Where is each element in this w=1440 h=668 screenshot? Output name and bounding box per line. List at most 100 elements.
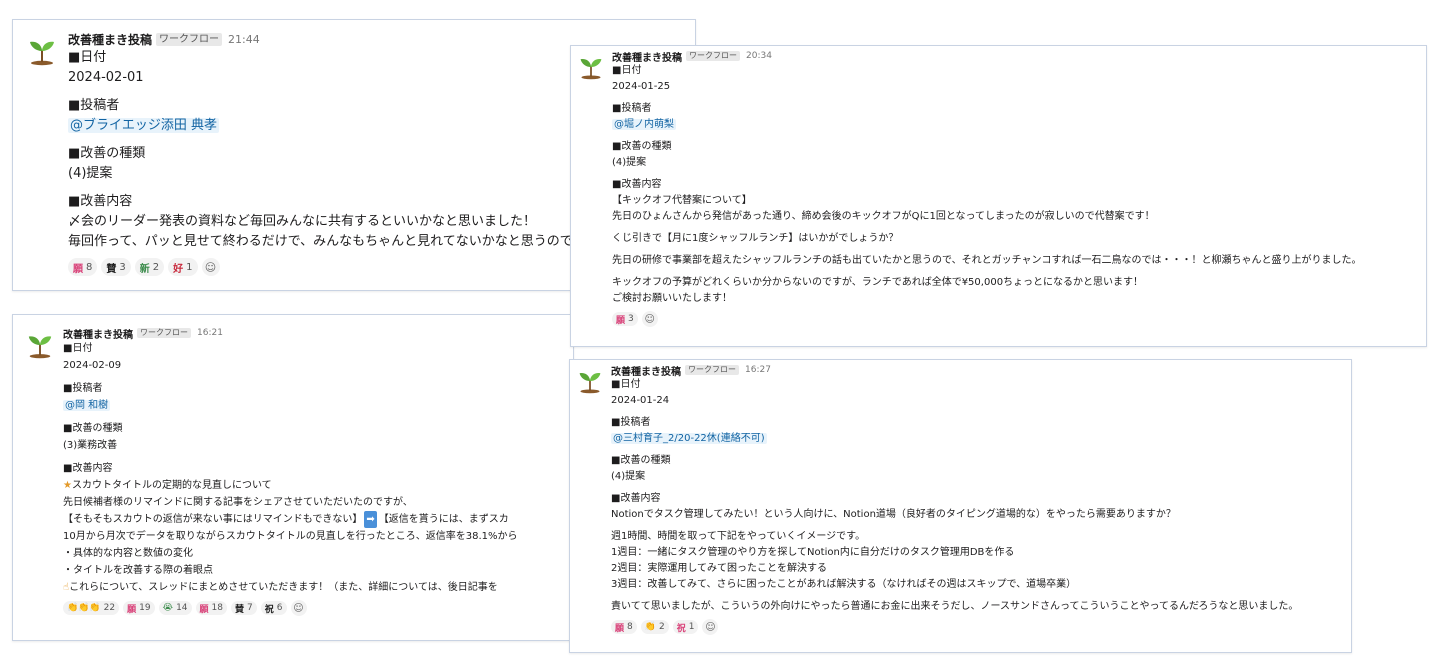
dark-kanji-emoji: 祝 — [264, 604, 274, 615]
add-emoji-icon[interactable]: ☺ — [641, 311, 658, 327]
content-line: ・具体的な内容と数値の変化 — [63, 548, 193, 559]
arrow-right-icon: ➡ — [364, 511, 377, 528]
add-emoji-icon[interactable]: ☺ — [702, 619, 719, 635]
pink-kanji-emoji: 願 — [199, 604, 209, 615]
reaction-pill[interactable]: 願 18 — [195, 601, 227, 615]
reaction-pill[interactable]: 祝6 — [260, 601, 287, 615]
content-line: Notionでタスク管理してみたい！という人向けに、Notion道場（良好者のタ… — [611, 509, 1176, 520]
type-value: (4)提案 — [611, 471, 646, 482]
content-line: 週1時間、時間を取って下記をやっていくイメージです。 — [611, 531, 866, 542]
poster-label: ■投稿者 — [63, 383, 103, 394]
message-card-2024-01-24: 改善種まき投稿 ワークフロー 16:27 ■日付 2024-01-24 ■投稿者… — [569, 359, 1352, 653]
reaction-pill[interactable]: 👏 2 — [640, 620, 669, 634]
reaction-count: 22 — [103, 603, 116, 613]
content-label: ■改善内容 — [612, 179, 662, 190]
reaction-pill[interactable]: 新2 — [134, 258, 165, 276]
reaction-pill[interactable]: 👏👏👏 22 — [63, 601, 120, 615]
reaction-bar: 願3 ☺ — [612, 311, 1426, 327]
pink-kanji-emoji: 願 — [616, 315, 626, 326]
workflow-badge: ワークフロー — [686, 50, 740, 62]
message-header: 改善種まき投稿 ワークフロー 16:27 — [611, 363, 1351, 378]
reaction-pill[interactable]: 😭 14 — [158, 601, 192, 615]
poster-label: ■投稿者 — [612, 103, 652, 114]
add-emoji-icon[interactable]: ☺ — [290, 600, 307, 616]
reaction-pill[interactable]: 好1 — [168, 258, 198, 276]
date-label: ■日付 — [611, 379, 641, 390]
type-value: (4)提案 — [612, 157, 647, 168]
content-line: 【キックオフ代替案について】 — [612, 195, 752, 206]
reaction-pill[interactable]: 願8 — [611, 620, 637, 634]
content-line: 2週目：実際運用してみて困ったことを解決する — [611, 563, 828, 574]
date-value: 2024-02-09 — [63, 360, 122, 371]
reaction-pill[interactable]: 賛7 — [231, 601, 257, 615]
message-card-2024-01-25: 改善種まき投稿 ワークフロー 20:34 ■日付 2024-01-25 ■投稿者… — [570, 45, 1427, 347]
star-icon: ★ — [63, 480, 72, 491]
reaction-count: 8 — [86, 261, 93, 273]
content-line: 先日のひょんさんから発信があった通り、締め会後のキックオフがQに1回となってしま… — [612, 211, 1155, 222]
content-line: 10月から月次でデータを取りながらスカウトタイトルの見直しを行ったところ、返信率… — [63, 531, 518, 542]
content-line: これらについて、スレッドにまとめさせていただきます！（また、詳細については、後日… — [69, 582, 498, 593]
reaction-count: 1 — [186, 261, 193, 273]
reaction-count: 3 — [628, 314, 634, 324]
crying-face-emoji: 😭 — [162, 603, 174, 613]
reaction-pill[interactable]: 願8 — [68, 258, 98, 276]
timestamp[interactable]: 20:34 — [746, 51, 772, 61]
reaction-count: 7 — [247, 603, 253, 613]
author-name[interactable]: 改善種まき投稿 — [63, 326, 133, 341]
reaction-count: 6 — [276, 603, 283, 613]
reaction-pill[interactable]: 賛3 — [101, 258, 131, 276]
workflow-badge: ワークフロー — [685, 364, 739, 376]
content-line: 【そもそもスカウトの返信が来ない事にはリマインドもできない】 — [63, 514, 363, 525]
reaction-count: 18 — [211, 603, 223, 613]
message-header: 改善種まき投稿 ワークフロー 20:34 — [612, 49, 1426, 64]
content-line: ・タイトルを改善する際の着眼点 — [63, 565, 213, 576]
content-line: スカウトタイトルの定期的な見直しについて — [71, 480, 272, 491]
date-label: ■日付 — [612, 65, 642, 76]
content-line: ご検討お願いいたします！ — [612, 293, 732, 304]
pink-kanji-emoji: 願 — [615, 623, 625, 634]
reaction-count: 14 — [176, 603, 188, 613]
reaction-count: 3 — [119, 261, 126, 273]
reaction-pill[interactable]: 祝1 — [672, 620, 699, 634]
date-label: ■日付 — [63, 343, 93, 354]
workflow-badge: ワークフロー — [137, 327, 191, 339]
type-label: ■改善の種類 — [612, 141, 672, 152]
poster-mention[interactable]: @堀ノ内萌梨 — [612, 119, 676, 130]
content-line: くじ引きで【月に1度シャッフルランチ】はいかがでしょうか？ — [612, 233, 899, 244]
reaction-count: 19 — [139, 603, 151, 613]
reaction-pill[interactable]: 願3 — [612, 312, 638, 326]
reaction-bar: 👏👏👏 22 願 19 😭 14 願 18 賛7 祝6 ☺ — [63, 600, 573, 616]
content-label: ■改善内容 — [63, 463, 113, 474]
timestamp[interactable]: 16:27 — [745, 365, 771, 375]
content-line: 責いてて思いましたが、こういうの外向けにやったら普通にお金に出来そうだし、ノース… — [611, 601, 1299, 612]
poster-label: ■投稿者 — [611, 417, 651, 428]
author-name[interactable]: 改善種まき投稿 — [612, 49, 682, 64]
author-name[interactable]: 改善種まき投稿 — [611, 363, 681, 378]
content-line: 先日の研修で事業部を超えたシャッフルランチの話も出ていたかと思うので、それとガッ… — [612, 255, 1362, 266]
reaction-count: 2 — [152, 261, 160, 273]
reaction-count: 2 — [658, 622, 665, 632]
workflow-badge: ワークフロー — [156, 32, 223, 46]
reaction-bar: 願8 👏 2 祝1 ☺ — [611, 619, 1351, 635]
pink-kanji-emoji: 願 — [73, 263, 83, 275]
author-name[interactable]: 改善種まき投稿 — [68, 31, 152, 48]
timestamp[interactable]: 21:44 — [228, 33, 260, 46]
timestamp[interactable]: 16:21 — [197, 328, 223, 338]
content-line: 1週目：一緒にタスク管理のやり方を探してNotion内に自分だけのタスク管理用D… — [611, 547, 1015, 558]
content-label: ■改善内容 — [611, 493, 661, 504]
content-line: 3週目：改善してみて、さらに困ったことがあれば解決する（なければその週はスキップ… — [611, 579, 1077, 590]
poster-mention[interactable]: @ブライエッジ添田 典孝 — [68, 118, 220, 133]
red-kanji-emoji: 好 — [173, 263, 184, 275]
type-label: ■改善の種類 — [611, 455, 671, 466]
add-emoji-icon[interactable]: ☺ — [201, 258, 220, 276]
reaction-pill[interactable]: 願 19 — [123, 601, 155, 615]
poster-mention[interactable]: @三村育子_2/20-22休(連絡不可) — [611, 433, 767, 444]
clap-emoji: 👏👏👏 — [67, 603, 101, 613]
date-value: 2024-01-24 — [611, 395, 670, 406]
type-label: ■改善の種類 — [63, 423, 123, 434]
poster-mention[interactable]: @岡 和樹 — [63, 400, 111, 411]
pink-kanji-emoji: 願 — [127, 604, 137, 615]
date-value: 2024-01-25 — [612, 81, 671, 92]
content-line: キックオフの予算がどれくらいか分からないのですが、ランチであれば全体で¥50,0… — [612, 277, 1144, 288]
pink-kanji-emoji: 祝 — [676, 623, 686, 634]
